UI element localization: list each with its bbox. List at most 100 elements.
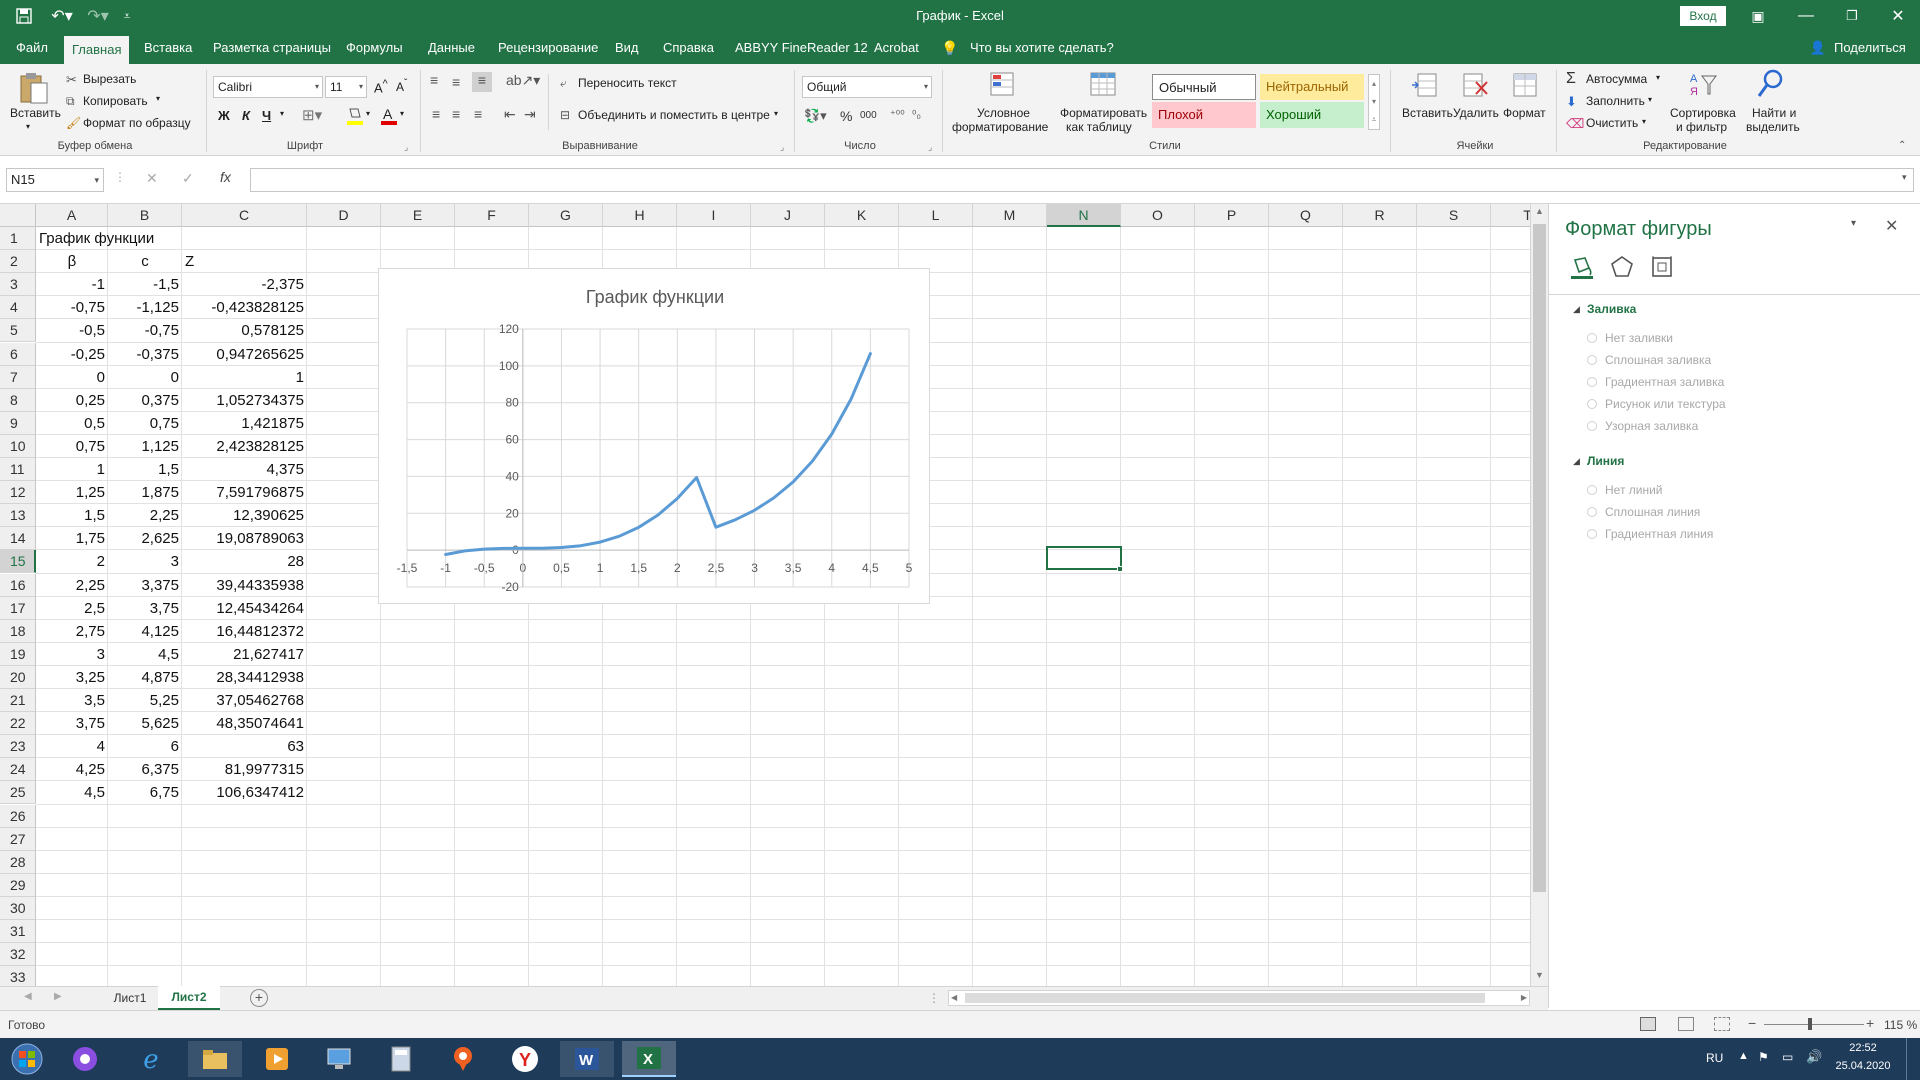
tab-insert[interactable]: Вставка <box>136 32 200 64</box>
cell-c31[interactable] <box>182 920 307 943</box>
column-header-j[interactable]: J <box>751 204 825 227</box>
cell-c2[interactable]: Z <box>182 250 307 273</box>
column-header-e[interactable]: E <box>381 204 455 227</box>
confirm-entry-icon[interactable]: ✓ <box>182 170 194 187</box>
scroll-down-icon[interactable]: ▼ <box>1535 970 1544 980</box>
cell-a7[interactable]: 0 <box>36 366 108 389</box>
cell-a32[interactable] <box>36 943 108 966</box>
increase-indent-icon[interactable]: ⇥ <box>524 106 536 123</box>
cell-a19[interactable]: 3 <box>36 643 108 666</box>
cell-a17[interactable]: 2,5 <box>36 597 108 620</box>
cell-a5[interactable]: -0,5 <box>36 319 108 342</box>
fill-color-icon[interactable] <box>346 106 364 126</box>
cell-a26[interactable] <box>36 805 108 828</box>
number-format-select[interactable]: Общий ▾ <box>802 76 932 98</box>
network-icon[interactable]: ▭ <box>1782 1050 1793 1064</box>
tab-help[interactable]: Справка <box>655 32 722 64</box>
column-header-i[interactable]: I <box>677 204 751 227</box>
tab-data[interactable]: Данные <box>420 32 483 64</box>
conditional-formatting-label-1[interactable]: Условное <box>977 106 1030 120</box>
horizontal-scroll-thumb[interactable] <box>965 993 1485 1003</box>
merge-dropdown-icon[interactable]: ▾ <box>774 109 778 118</box>
cell-a25[interactable]: 4,5 <box>36 781 108 804</box>
cell-a22[interactable]: 3,75 <box>36 712 108 735</box>
prev-sheet-icon[interactable]: ◀ <box>24 991 32 1002</box>
line-collapse-icon[interactable]: ◢ <box>1573 456 1580 467</box>
media-player-icon[interactable] <box>250 1041 304 1077</box>
cell-c12[interactable]: 7,591796875 <box>182 481 307 504</box>
row-header[interactable]: 28 <box>0 850 36 874</box>
row-header[interactable]: 2 <box>0 250 36 274</box>
excel-icon[interactable]: X <box>622 1041 676 1077</box>
show-desktop-button[interactable] <box>1906 1038 1920 1080</box>
cell-a4[interactable]: -0,75 <box>36 296 108 319</box>
row-header[interactable]: 3 <box>0 273 36 297</box>
cell-b19[interactable]: 4,5 <box>108 643 182 666</box>
cell-b27[interactable] <box>108 828 182 851</box>
no-fill-radio[interactable] <box>1587 333 1597 343</box>
pane-close-icon[interactable]: ✕ <box>1885 216 1898 236</box>
share-button[interactable]: Поделиться <box>1826 32 1914 64</box>
pane-options-icon[interactable]: ▾ <box>1851 218 1856 229</box>
percent-icon[interactable]: % <box>840 108 852 124</box>
cell-c20[interactable]: 28,34412938 <box>182 666 307 689</box>
cell-b18[interactable]: 4,125 <box>108 620 182 643</box>
italic-button[interactable]: К <box>242 108 250 123</box>
format-cells-button[interactable]: Формат <box>1503 106 1546 120</box>
row-header[interactable]: 24 <box>0 758 36 782</box>
cell-b30[interactable] <box>108 897 182 920</box>
cell-c11[interactable]: 4,375 <box>182 458 307 481</box>
autosum-dropdown-icon[interactable]: ▾ <box>1656 73 1660 82</box>
cell-b3[interactable]: -1,5 <box>108 273 182 296</box>
column-header-f[interactable]: F <box>455 204 529 227</box>
cell-a29[interactable] <box>36 874 108 897</box>
row-header[interactable]: 14 <box>0 527 36 551</box>
gradient-fill-radio[interactable] <box>1587 377 1597 387</box>
column-header-p[interactable]: P <box>1195 204 1269 227</box>
column-header-q[interactable]: Q <box>1269 204 1343 227</box>
zoom-out-icon[interactable]: − <box>1748 1015 1756 1031</box>
insert-function-icon[interactable]: fx <box>220 169 231 185</box>
clear-dropdown-icon[interactable]: ▾ <box>1642 117 1646 126</box>
cell-b17[interactable]: 3,75 <box>108 597 182 620</box>
cell-b31[interactable] <box>108 920 182 943</box>
cell-c23[interactable]: 63 <box>182 735 307 758</box>
selected-cell-n15[interactable] <box>1046 546 1122 570</box>
expand-formula-bar-icon[interactable]: ▾ <box>1902 172 1907 183</box>
increase-decimal-icon[interactable]: ⁺⁰⁰ <box>890 108 905 121</box>
cell-c33[interactable] <box>182 966 307 986</box>
bold-button[interactable]: Ж <box>218 108 230 123</box>
scroll-right-icon[interactable]: ▶ <box>1519 991 1529 1004</box>
close-icon[interactable]: ✕ <box>1884 6 1912 26</box>
cell-c27[interactable] <box>182 828 307 851</box>
fill-dropdown-icon[interactable]: ▾ <box>1648 95 1652 104</box>
fill-line-icon[interactable] <box>1569 254 1595 280</box>
solid-fill-radio[interactable] <box>1587 355 1597 365</box>
column-header-s[interactable]: S <box>1417 204 1491 227</box>
tab-formulas[interactable]: Формулы <box>338 32 411 64</box>
decrease-font-icon[interactable]: Aˇ <box>396 78 407 94</box>
format-as-table-label-1[interactable]: Форматировать <box>1060 106 1147 120</box>
cell-b11[interactable]: 1,5 <box>108 458 182 481</box>
picture-fill-radio[interactable] <box>1587 399 1597 409</box>
row-header[interactable]: 25 <box>0 781 36 805</box>
conditional-formatting-label-2[interactable]: форматирование <box>952 120 1048 134</box>
zoom-in-icon[interactable]: + <box>1866 1015 1874 1031</box>
currency-icon[interactable]: 💱▾ <box>804 108 827 124</box>
gradient-line-option[interactable]: Градиентная линия <box>1605 527 1713 541</box>
row-header[interactable]: 31 <box>0 920 36 944</box>
row-header[interactable]: 32 <box>0 943 36 967</box>
tab-acrobat[interactable]: Acrobat <box>866 32 927 64</box>
row-header[interactable]: 1 <box>0 227 36 251</box>
row-header[interactable]: 29 <box>0 873 36 897</box>
tab-home[interactable]: Главная <box>64 36 130 64</box>
sheet-tab-2[interactable]: Лист2 <box>158 986 220 1010</box>
row-header[interactable]: 13 <box>0 504 36 528</box>
fill-button[interactable]: Заполнить <box>1586 94 1645 108</box>
cell-c3[interactable]: -2,375 <box>182 273 307 296</box>
sort-filter-label-1[interactable]: Сортировка <box>1670 106 1736 120</box>
scroll-left-icon[interactable]: ◀ <box>949 991 959 1004</box>
cell-a30[interactable] <box>36 897 108 920</box>
line-section-header[interactable]: Линия <box>1587 454 1624 468</box>
signin-button[interactable]: Вход <box>1680 6 1726 26</box>
